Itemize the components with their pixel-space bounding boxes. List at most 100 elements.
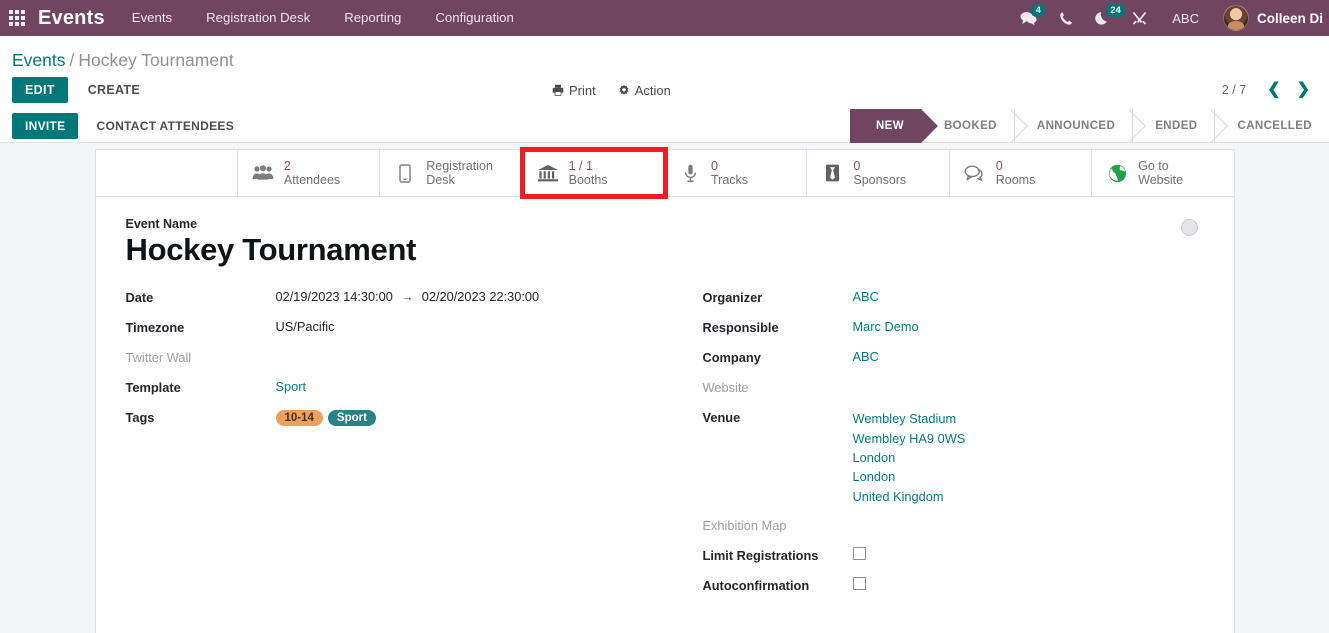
attendees-count: 2 <box>283 158 291 173</box>
menu-configuration[interactable]: Configuration <box>418 0 530 36</box>
user-menu[interactable]: Colleen Di <box>1213 0 1329 36</box>
company-switcher[interactable]: ABC <box>1158 0 1213 36</box>
wrench-screwdriver-icon[interactable] <box>1121 0 1158 36</box>
field-template: Template Sport <box>126 379 665 398</box>
date-arrow-icon: → <box>400 289 414 305</box>
venue-line: London <box>852 449 896 465</box>
user-name: Colleen Di <box>1256 10 1323 26</box>
record-sheet: 2 Attendees Registration Desk 1 / 1 Boot… <box>94 147 1235 633</box>
booths-count: 1 / 1 <box>568 158 593 173</box>
menu-registration-desk[interactable]: Registration Desk <box>189 0 327 36</box>
website-label: Website <box>702 380 749 396</box>
go-to-website-label-2: Website <box>1138 173 1184 187</box>
date-value[interactable]: 02/19/2023 14:30:00 → 02/20/2023 22:30:00 <box>276 289 540 304</box>
event-name-value[interactable]: Hockey Tournament <box>126 232 1204 267</box>
venue-label: Venue <box>702 410 741 426</box>
apps-grid-icon[interactable] <box>0 0 34 36</box>
booths-label: Booths <box>568 173 608 187</box>
pager: 2 / 7 ❮ ❯ <box>1222 82 1317 98</box>
company-value[interactable]: ABC <box>853 349 879 364</box>
people-icon <box>252 165 274 181</box>
field-company: Company ABC <box>703 349 1204 368</box>
tags-label: Tags <box>125 410 155 426</box>
menu-events[interactable]: Events <box>115 0 189 36</box>
date-start: 02/19/2023 14:30:00 <box>275 289 393 305</box>
breadcrumb-root[interactable]: Events <box>12 50 66 70</box>
pager-count: 2 / 7 <box>1221 83 1247 97</box>
smart-button-tracks[interactable]: 0 Tracks <box>665 150 808 196</box>
venue-line: London <box>852 469 896 485</box>
priority-circle[interactable] <box>1180 219 1198 236</box>
venue-value[interactable]: Wembley Stadium Wembley HA9 0WS London L… <box>853 409 966 506</box>
pager-next-button[interactable]: ❯ <box>1290 82 1317 98</box>
contact-attendees-button[interactable]: CONTACT ATTENDEES <box>84 113 246 139</box>
breadcrumb: Events / Hockey Tournament <box>12 50 1329 71</box>
status-action-bar: INVITE CONTACT ATTENDEES NEW BOOKED ANNO… <box>0 108 1329 143</box>
top-navbar: Events Events Registration Desk Reportin… <box>0 0 1329 36</box>
print-button[interactable]: Print <box>552 83 596 98</box>
stage-cancelled[interactable]: CANCELLED <box>1214 108 1329 143</box>
activities-button[interactable]: 24 <box>1084 0 1125 36</box>
template-label: Template <box>125 380 181 396</box>
gear-icon <box>619 84 629 95</box>
venue-line: Wembley Stadium <box>852 411 957 427</box>
smart-button-go-to-website[interactable]: Go to Website <box>1092 150 1233 196</box>
timezone-label: Timezone <box>125 320 185 336</box>
timezone-value[interactable]: US/Pacific <box>276 319 335 334</box>
tie-sponsor-icon <box>821 164 843 182</box>
template-value[interactable]: Sport <box>276 379 307 394</box>
status-pipeline: NEW BOOKED ANNOUNCED ENDED CANCELLED <box>849 108 1329 143</box>
event-form: Event Name Hockey Tournament Date 02/19/… <box>96 197 1234 617</box>
organizer-value[interactable]: ABC <box>853 289 879 304</box>
stage-new[interactable]: NEW <box>849 108 921 143</box>
venue-line: Wembley HA9 0WS <box>852 430 966 446</box>
autoconfirmation-value <box>852 577 866 593</box>
field-autoconfirmation: Autoconfirmation <box>703 577 1204 596</box>
invite-button[interactable]: INVITE <box>12 112 79 139</box>
autoconfirmation-label: Autoconfirmation <box>702 578 810 594</box>
tag-chip[interactable]: 10-14 <box>275 410 323 427</box>
stage-announced[interactable]: ANNOUNCED <box>1013 108 1132 143</box>
smart-button-registration-desk[interactable]: Registration Desk <box>380 150 523 196</box>
field-date: Date 02/19/2023 14:30:00 → 02/20/2023 22:3… <box>126 289 665 308</box>
sponsors-label: Sponsors <box>853 173 907 187</box>
globe-icon <box>1106 164 1128 183</box>
tracks-label: Tracks <box>711 173 749 187</box>
phone-button[interactable] <box>1048 0 1084 36</box>
create-button[interactable]: CREATE <box>76 77 152 103</box>
date-end: 02/20/2023 22:30:00 <box>421 289 540 305</box>
pager-prev-button[interactable]: ❮ <box>1260 82 1287 98</box>
microphone-icon <box>679 164 701 183</box>
tracks-count: 0 <box>711 158 718 173</box>
action-button[interactable]: Action <box>618 83 671 98</box>
menu-reporting[interactable]: Reporting <box>327 0 418 36</box>
messages-button[interactable]: 4 <box>1009 0 1048 36</box>
tags-value[interactable]: 10-14 Sport <box>275 409 381 427</box>
smart-button-blank <box>96 150 238 196</box>
registration-desk-label-2: Desk <box>426 173 455 187</box>
field-tags: Tags 10-14 Sport <box>126 409 665 428</box>
responsible-value[interactable]: Marc Demo <box>853 319 919 334</box>
smart-button-booths[interactable]: 1 / 1 Booths <box>519 147 669 199</box>
limit-registrations-checkbox[interactable] <box>852 547 866 561</box>
sponsors-count: 0 <box>853 158 861 173</box>
app-brand[interactable]: Events <box>34 7 115 30</box>
print-label: Print <box>568 82 596 98</box>
bank-booth-icon <box>537 164 559 182</box>
tag-chip[interactable]: Sport <box>327 410 376 427</box>
smart-button-rooms[interactable]: 0 Rooms <box>950 150 1093 196</box>
smart-button-sponsors[interactable]: 0 Sponsors <box>807 150 950 196</box>
edit-button[interactable]: EDIT <box>12 77 68 103</box>
field-responsible: Responsible Marc Demo <box>703 319 1204 338</box>
smart-button-attendees[interactable]: 2 Attendees <box>238 150 381 196</box>
form-column-right: Organizer ABC Responsible Marc Demo Comp… <box>665 289 1204 607</box>
autoconfirmation-checkbox[interactable] <box>852 577 866 591</box>
field-limit-registrations: Limit Registrations <box>703 547 1204 566</box>
venue-line: United Kingdom <box>852 488 944 504</box>
printer-icon <box>552 84 564 96</box>
main-menu: Events Registration Desk Reporting Confi… <box>115 0 531 36</box>
speech-bubbles-icon <box>964 165 986 182</box>
go-to-website-label-1: Go to <box>1138 158 1169 173</box>
mobile-phone-icon <box>394 163 416 183</box>
breadcrumb-current: Hockey Tournament <box>78 50 234 70</box>
